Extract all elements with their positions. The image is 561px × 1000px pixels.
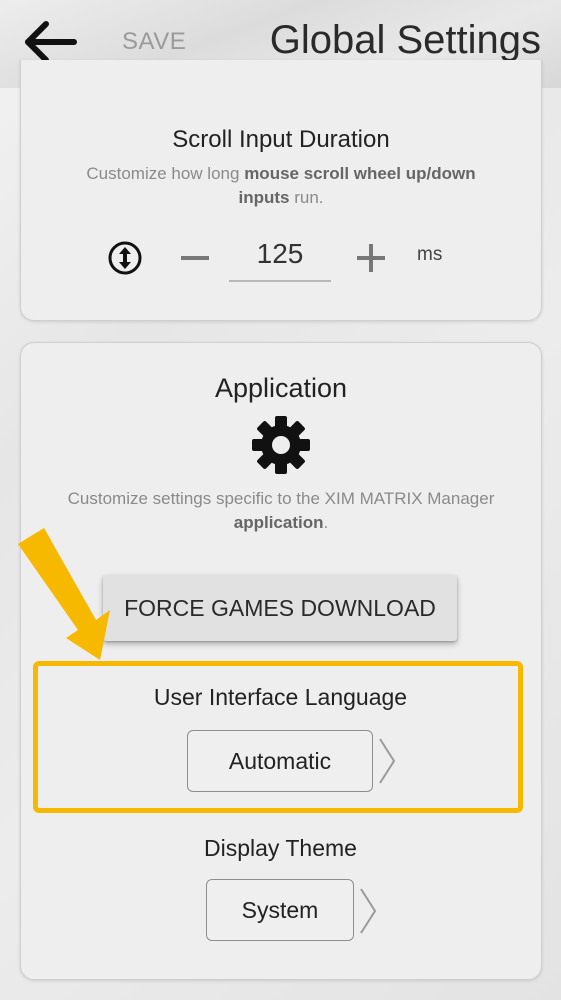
gear-icon [252,416,310,474]
scroll-duration-input[interactable]: 125 [229,232,331,282]
scroll-duration-title: Scroll Input Duration [172,126,390,153]
unit-label: ms [417,244,443,265]
plus-icon [357,244,385,272]
desc-text-end: run. [289,188,324,207]
decrement-button[interactable] [175,238,215,278]
chevron-right-icon[interactable] [358,886,378,936]
scroll-duration-description: Customize how long mouse scroll wheel up… [61,162,501,210]
highlight-box [33,661,523,813]
theme-label: Display Theme [204,835,357,861]
increment-button[interactable] [351,238,391,278]
desc-text: Customize settings specific to the XIM M… [67,489,495,508]
theme-select[interactable]: System [206,879,354,941]
pointer-arrow-icon [18,528,110,660]
scroll-duration-stepper: 125 ms [21,230,541,290]
application-title: Application [214,373,348,403]
application-description: Customize settings specific to the XIM M… [61,487,501,535]
desc-text: Customize how long [86,164,245,183]
page-title: Global Settings [269,18,541,62]
force-games-download-button[interactable]: FORCE GAMES DOWNLOAD [103,575,457,641]
scroll-duration-card: Scroll Input Duration Customize how long… [20,60,542,321]
save-button[interactable]: SAVE [122,28,186,56]
scroll-updown-icon [108,241,142,275]
desc-bold-text: mouse scroll wheel up/down inputs [238,164,476,207]
desc-bold-text: application [233,513,324,532]
back-button[interactable] [22,18,82,66]
arrow-left-icon [25,21,77,63]
minus-icon [181,256,209,260]
desc-text-end: . [323,513,329,532]
